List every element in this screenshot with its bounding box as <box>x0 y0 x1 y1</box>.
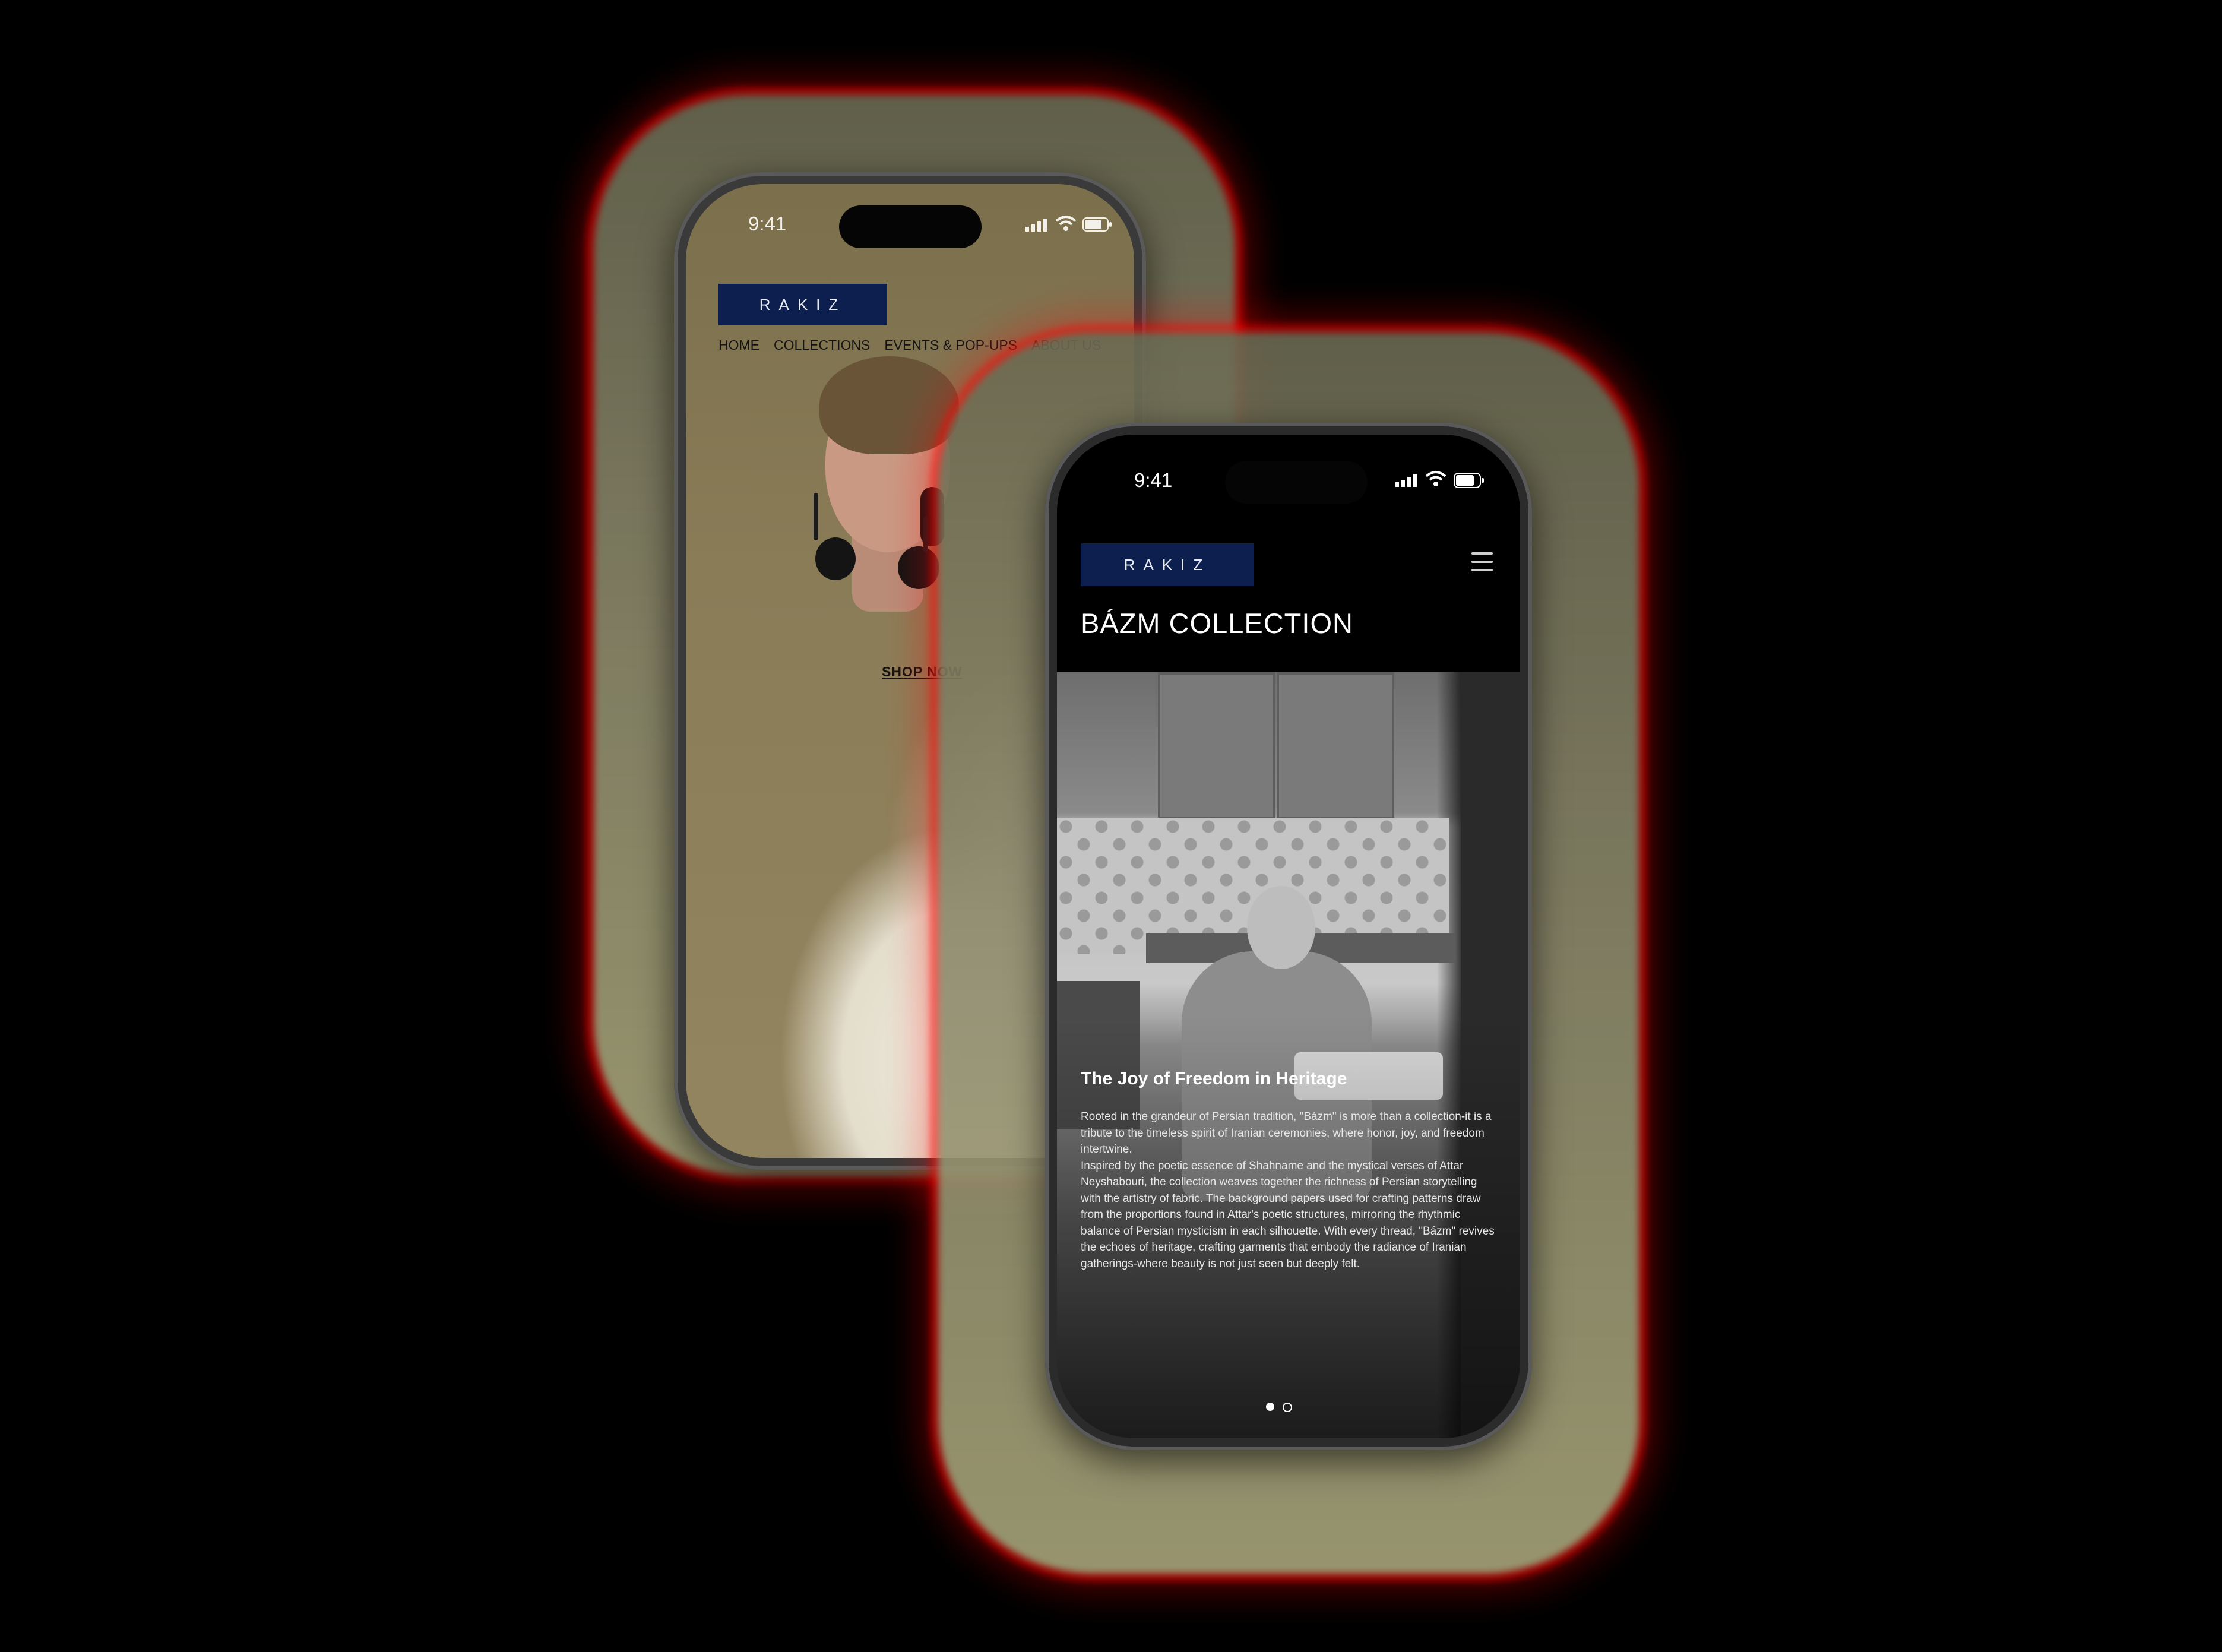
dynamic-island <box>1225 461 1368 504</box>
signal-icon <box>1025 219 1049 232</box>
story-heading: The Joy of Freedom in Heritage <box>1081 1069 1347 1088</box>
nav-home[interactable]: HOME <box>718 337 759 353</box>
story-paragraph-2: Inspired by the poetic essence of Shahna… <box>1081 1159 1495 1270</box>
battery-icon <box>1454 473 1485 488</box>
page-title: BÁZM COLLECTION <box>1081 607 1353 639</box>
brand-logo[interactable]: RAKIZ <box>718 284 887 325</box>
story-paragraph-1: Rooted in the grandeur of Persian tradit… <box>1081 1110 1492 1156</box>
wifi-icon <box>1425 470 1446 487</box>
back-phone-screen: 9:41 RAKIZ BÁZM COLLECTION The Joy of Fr… <box>1057 435 1520 1438</box>
carousel-dots <box>1266 1403 1292 1412</box>
status-time: 9:41 <box>1134 469 1173 491</box>
status-time: 9:41 <box>748 213 787 235</box>
nav-collections[interactable]: COLLECTIONS <box>774 337 870 353</box>
brand-logo[interactable]: RAKIZ <box>1081 543 1254 586</box>
nav-events-popups[interactable]: EVENTS & POP-UPS <box>884 337 1017 353</box>
hamburger-icon[interactable] <box>1471 552 1493 577</box>
collection-photo <box>1057 672 1520 1438</box>
dynamic-island <box>839 205 982 248</box>
wifi-icon <box>1055 215 1077 232</box>
carousel-dot-1[interactable] <box>1266 1403 1274 1411</box>
back-phone: 9:41 RAKIZ BÁZM COLLECTION The Joy of Fr… <box>1045 423 1532 1450</box>
carousel-dot-2[interactable] <box>1283 1403 1292 1412</box>
battery-icon <box>1082 217 1112 232</box>
signal-icon <box>1395 474 1419 487</box>
story-body: Rooted in the grandeur of Persian tradit… <box>1081 1109 1496 1272</box>
